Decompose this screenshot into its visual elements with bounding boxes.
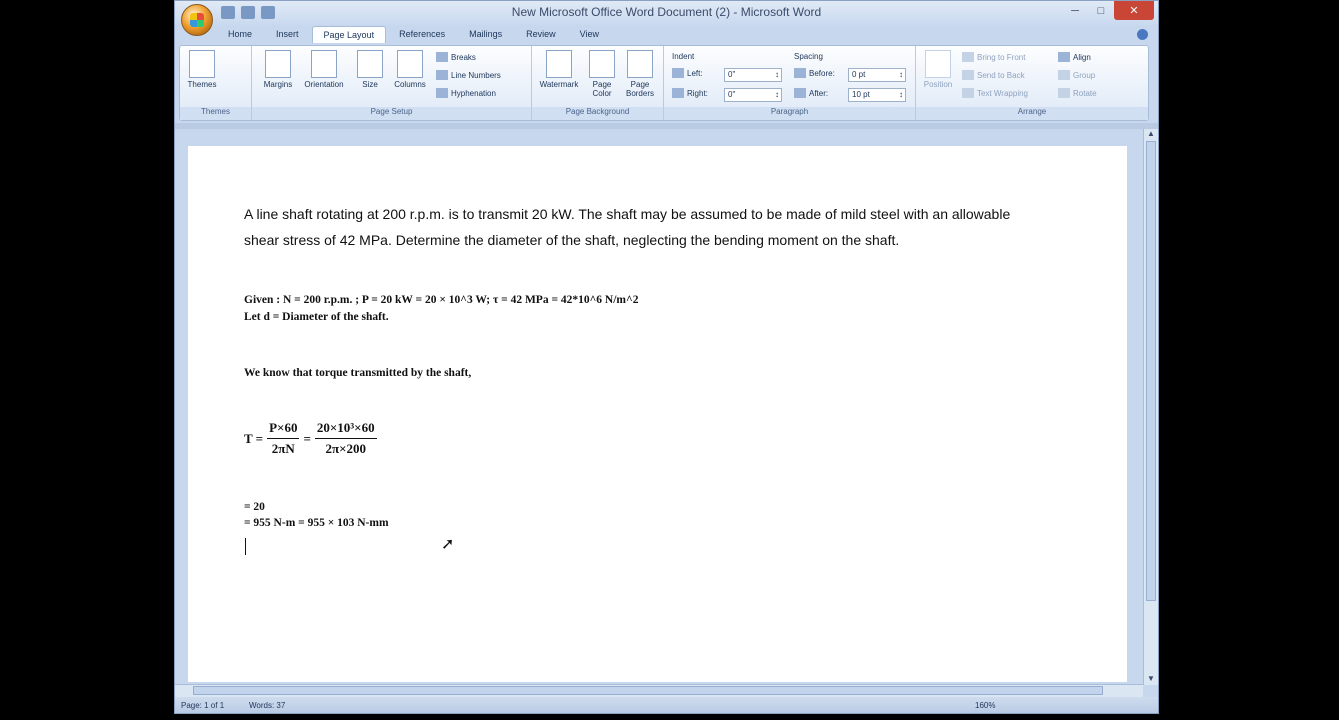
spacing-after-input[interactable]: 10 pt (848, 88, 906, 102)
indent-left-input[interactable]: 0" (724, 68, 782, 82)
align-icon (1058, 52, 1070, 62)
group-icon (1058, 70, 1070, 80)
line-numbers-icon (436, 70, 448, 80)
hyphenation-button[interactable]: Hyphenation (436, 88, 496, 98)
breaks-icon (436, 52, 448, 62)
spacing-after-label: After: (794, 88, 828, 98)
bring-to-front-icon (962, 52, 974, 62)
indent-left-label: Left: (672, 68, 703, 78)
help-icon[interactable] (1137, 29, 1148, 40)
fraction-1-denominator: 2πN (271, 441, 295, 456)
tab-references[interactable]: References (388, 26, 456, 43)
themes-group: Themes Themes (180, 46, 252, 120)
rotate-button[interactable]: Rotate (1058, 88, 1097, 98)
document-page[interactable]: A line shaft rotating at 200 r.p.m. is t… (188, 146, 1127, 682)
text-wrapping-button[interactable]: Text Wrapping (962, 88, 1028, 98)
minimize-button[interactable]: ─ (1062, 1, 1088, 20)
maximize-button[interactable]: □ (1088, 1, 1114, 20)
send-to-back-icon (962, 70, 974, 80)
columns-button[interactable]: Columns (390, 50, 430, 89)
size-icon (357, 50, 383, 78)
equation-lhs: T = (244, 430, 264, 446)
themes-button[interactable]: Themes (182, 50, 222, 89)
page-background-group: Watermark Page Color Page Borders Page B… (532, 46, 664, 120)
page-color-icon (589, 50, 615, 78)
problem-paragraph: A line shaft rotating at 200 r.p.m. is t… (244, 206, 1011, 248)
fraction-2-denominator: 2π×200 (325, 441, 366, 456)
text-cursor (245, 538, 246, 555)
fraction-2: 20×10³×60 2π×200 (314, 420, 377, 457)
word-window: New Microsoft Office Word Document (2) -… (174, 0, 1159, 714)
page-borders-icon (627, 50, 653, 78)
size-button[interactable]: Size (350, 50, 390, 89)
tab-review[interactable]: Review (515, 26, 567, 43)
tab-view[interactable]: View (569, 26, 610, 43)
word-count[interactable]: Words: 37 (249, 701, 285, 710)
arrange-group: Position Bring to Front Send to Back Tex… (916, 46, 1148, 120)
torque-equation: T = P×60 2πN = 20×10³×60 2π×200 (244, 420, 381, 457)
result-line-2: = 955 N-m = 955 × 103 N-mm (244, 517, 389, 529)
orientation-icon (311, 50, 337, 78)
ruler (175, 123, 1158, 129)
fraction-1-numerator: P×60 (267, 420, 300, 439)
let-d-line: Let d = Diameter of the shaft. (244, 311, 389, 323)
tab-home[interactable]: Home (217, 26, 263, 43)
tab-insert[interactable]: Insert (265, 26, 310, 43)
ribbon: Themes Themes Margins Orientation Size C… (179, 45, 1149, 121)
group-button[interactable]: Group (1058, 70, 1095, 80)
page-setup-group: Margins Orientation Size Columns Breaks … (252, 46, 532, 120)
zoom-level[interactable]: 160% (975, 701, 995, 710)
close-button[interactable]: ✕ (1114, 1, 1154, 20)
equals-sign: = (303, 430, 311, 446)
watermark-icon (546, 50, 572, 78)
result-line-1: = 20 (244, 501, 265, 513)
bring-to-front-button[interactable]: Bring to Front (962, 52, 1025, 62)
paragraph-group: Indent Left: 0" Right: 0" Spacing Before… (664, 46, 916, 120)
fraction-2-numerator: 20×10³×60 (314, 420, 377, 439)
line-numbers-button[interactable]: Line Numbers (436, 70, 501, 80)
status-bar: Page: 1 of 1 Words: 37 160% (175, 697, 1158, 713)
vertical-scroll-thumb[interactable] (1146, 141, 1156, 601)
indent-right-icon (672, 88, 684, 98)
vertical-scrollbar[interactable]: ▲ ▼ (1143, 129, 1158, 685)
horizontal-scroll-thumb[interactable] (193, 686, 1103, 695)
page-count[interactable]: Page: 1 of 1 (181, 701, 224, 710)
spacing-after-icon (794, 88, 806, 98)
spacing-before-label: Before: (794, 68, 835, 78)
title-bar: New Microsoft Office Word Document (2) -… (175, 1, 1158, 36)
position-icon (925, 50, 951, 78)
ribbon-tabs: Home Insert Page Layout References Maili… (217, 26, 610, 43)
torque-intro-line: We know that torque transmitted by the s… (244, 367, 472, 379)
breaks-button[interactable]: Breaks (436, 52, 476, 62)
scroll-down-icon[interactable]: ▼ (1146, 674, 1156, 683)
margins-icon (265, 50, 291, 78)
horizontal-scrollbar[interactable] (175, 684, 1143, 697)
tab-mailings[interactable]: Mailings (458, 26, 513, 43)
text-wrapping-icon (962, 88, 974, 98)
spacing-before-icon (794, 68, 806, 78)
indent-left-icon (672, 68, 684, 78)
page-color-button[interactable]: Page Color (582, 50, 622, 98)
page-borders-button[interactable]: Page Borders (620, 50, 660, 98)
position-button[interactable]: Position (918, 50, 958, 89)
given-line: Given : N = 200 r.p.m. ; P = 20 kW = 20 … (244, 294, 639, 306)
align-button[interactable]: Align (1058, 52, 1091, 62)
themes-icon (189, 50, 215, 78)
scroll-up-icon[interactable]: ▲ (1146, 129, 1156, 138)
window-title: New Microsoft Office Word Document (2) -… (511, 5, 822, 19)
margins-button[interactable]: Margins (258, 50, 298, 89)
send-to-back-button[interactable]: Send to Back (962, 70, 1025, 80)
orientation-button[interactable]: Orientation (300, 50, 348, 89)
fraction-1: P×60 2πN (267, 420, 300, 457)
indent-right-label: Right: (672, 88, 708, 98)
rotate-icon (1058, 88, 1070, 98)
indent-right-input[interactable]: 0" (724, 88, 782, 102)
columns-icon (397, 50, 423, 78)
mouse-pointer-icon: ➚ (441, 536, 455, 553)
hyphenation-icon (436, 88, 448, 98)
watermark-button[interactable]: Watermark (536, 50, 582, 89)
tab-page-layout[interactable]: Page Layout (311, 26, 387, 43)
spacing-before-input[interactable]: 0 pt (848, 68, 906, 82)
